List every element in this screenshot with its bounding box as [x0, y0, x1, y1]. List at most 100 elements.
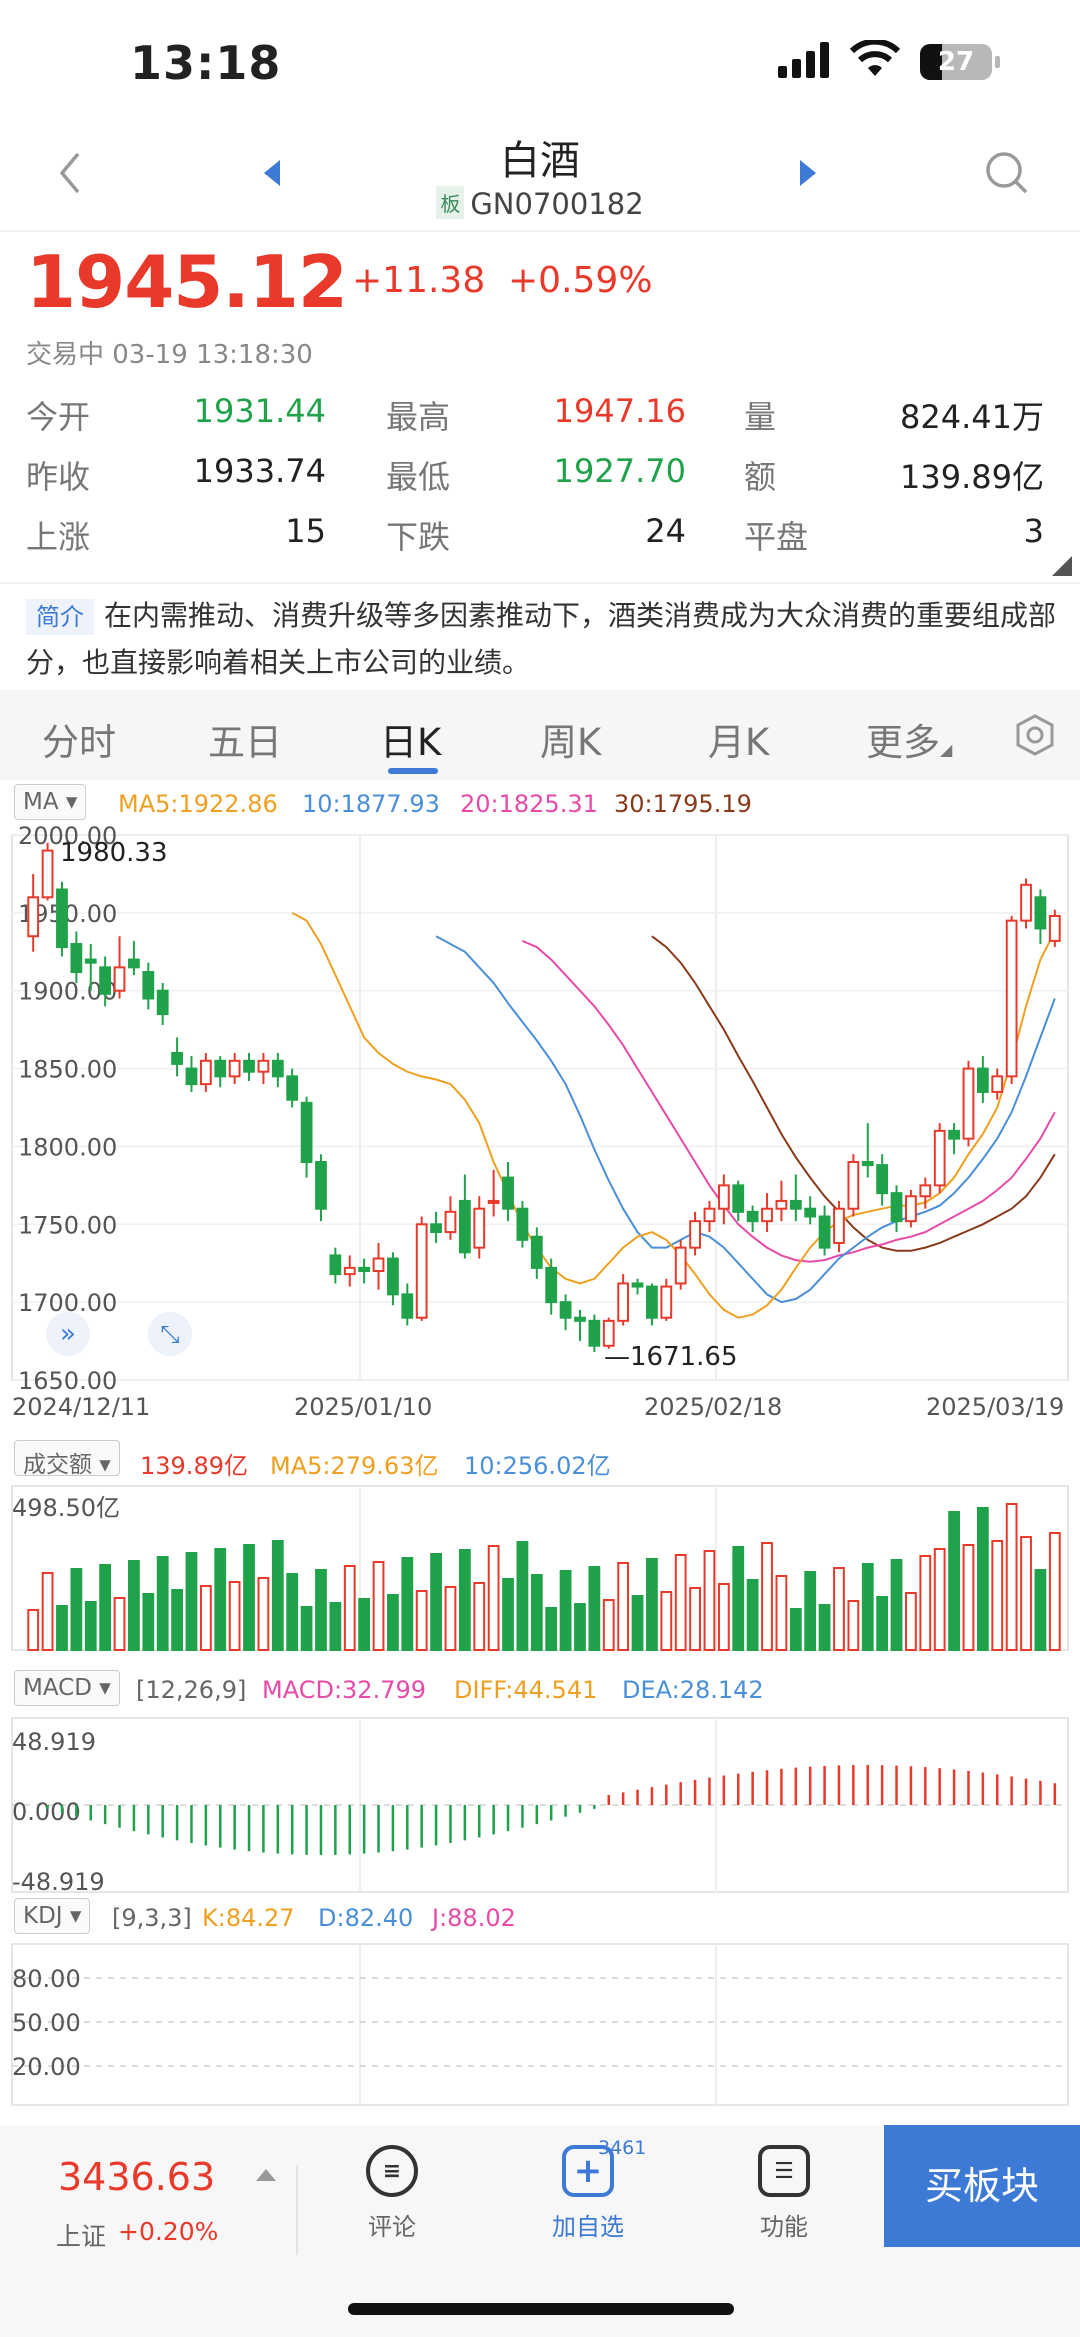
expand-corner-icon[interactable] [1052, 556, 1072, 576]
volume-selector[interactable]: 成交额 ▾ [14, 1440, 120, 1478]
volume-ma10: 10:256.02亿 [464, 1452, 611, 1480]
settings-icon[interactable] [1014, 714, 1056, 756]
candle [257, 1059, 270, 1073]
macd-tick: -48.919 [12, 1868, 105, 1896]
comment-icon: ≡ [366, 2145, 418, 2197]
candle [358, 1266, 371, 1272]
tab-daily-k[interactable]: 日K [380, 712, 441, 766]
functions-label: 功能 [760, 2213, 808, 2241]
fullscreen-icon[interactable]: ⤡ [148, 1312, 192, 1356]
volume-bar [976, 1507, 989, 1651]
comment-button[interactable]: ≡ 评论 [332, 2145, 452, 2242]
candle [41, 849, 54, 899]
candle [660, 1285, 673, 1319]
stat-value: 1947.16 [553, 392, 686, 430]
volume-bar [387, 1594, 399, 1651]
candle [689, 1220, 701, 1249]
intro-tag: 简介 [26, 599, 94, 635]
ma30-value: 30:1795.19 [614, 790, 752, 818]
macd-chart: 48.919 0.000 -48.919 [11, 1717, 1069, 1896]
stat-label: 额 [744, 458, 777, 496]
stat-label: 最高 [386, 398, 451, 436]
volume-bar [458, 1549, 471, 1651]
candle [775, 1199, 788, 1210]
volume-bar [516, 1541, 529, 1651]
candle [674, 1246, 687, 1285]
candle [948, 1129, 960, 1140]
volume-bar [847, 1600, 860, 1651]
volume-bar [156, 1556, 169, 1651]
tab-five-day[interactable]: 五日 [208, 712, 282, 766]
candle [818, 1215, 831, 1249]
candle [171, 1052, 183, 1065]
candle [804, 1207, 817, 1218]
candle [243, 1059, 255, 1073]
candle [142, 971, 155, 1000]
kdj-legend: KDJ ▾ [9,3,3] K:84.27 D:82.40 J:88.02 [0, 1898, 1080, 1938]
volume-bar [502, 1578, 514, 1651]
volume-bar [948, 1511, 960, 1651]
candle [933, 1129, 946, 1187]
index-value[interactable]: 3436.63 [58, 2155, 215, 2199]
battery-level: 27 [937, 47, 975, 77]
collapse-left-icon[interactable]: » [46, 1312, 90, 1356]
next-stock-icon[interactable] [796, 158, 820, 188]
candle [128, 958, 140, 969]
candle [761, 1207, 773, 1223]
tab-intraday[interactable]: 分时 [42, 712, 116, 766]
volume-value: 139.89亿 [140, 1452, 248, 1480]
ma-selector[interactable]: MA ▾ [14, 784, 87, 820]
candle [271, 1059, 284, 1078]
volume-bar [890, 1559, 903, 1651]
kdj-selector[interactable]: KDJ ▾ [14, 1898, 91, 1934]
stat-value: 3 [1023, 512, 1044, 550]
home-indicator [348, 2303, 734, 2315]
stat-value: 15 [285, 512, 326, 550]
candle [1048, 914, 1061, 942]
volume-bar [430, 1553, 442, 1651]
tab-weekly-k[interactable]: 周K [540, 712, 601, 766]
volume-bar [703, 1550, 716, 1651]
candle [387, 1257, 399, 1296]
volume-bar [919, 1555, 932, 1651]
volume-bar [199, 1585, 212, 1651]
stat-value: 1933.74 [193, 452, 326, 490]
candle [631, 1282, 644, 1288]
kdj-tick: 80.00 [12, 1965, 81, 1993]
volume-bar [1005, 1503, 1018, 1651]
add-watch-button[interactable]: + 加自选 3461 [528, 2137, 648, 2242]
candle [113, 966, 126, 992]
dea-value: DEA:28.142 [622, 1676, 764, 1704]
macd-value: MACD:32.799 [262, 1676, 427, 1704]
candle [315, 1161, 327, 1210]
volume-bar [257, 1577, 270, 1651]
stat-label: 平盘 [744, 518, 809, 556]
volume-bar [84, 1601, 97, 1651]
buy-board-button[interactable]: 买板块 [884, 2125, 1080, 2247]
macd-selector[interactable]: MACD ▾ [14, 1670, 120, 1706]
stat-label: 上涨 [26, 518, 91, 556]
volume-bar [861, 1563, 874, 1651]
candle [976, 1067, 989, 1093]
volume-bar [358, 1598, 371, 1651]
candle [444, 1210, 457, 1234]
candle [487, 1199, 500, 1204]
candle [156, 989, 169, 1016]
volume-bar [185, 1552, 198, 1651]
volume-bar [761, 1542, 773, 1651]
trade-status-time: 交易中 03-19 13:18:30 [26, 340, 313, 370]
index-expand-icon[interactable] [256, 2167, 276, 2181]
volume-bar [905, 1592, 917, 1651]
date-tick: 2024/12/11 [12, 1393, 150, 1421]
tab-monthly-k[interactable]: 月K [708, 712, 769, 766]
functions-button[interactable]: ☰ 功能 [724, 2145, 844, 2242]
tab-more[interactable]: 更多◢ [866, 712, 952, 766]
volume-bar [228, 1581, 241, 1651]
period-tabs: 分时 五日 日K 周K 月K 更多◢ [0, 690, 1080, 780]
search-icon[interactable] [984, 150, 1030, 196]
volume-bar [962, 1544, 975, 1651]
intro-text: 在内需推动、消费升级等多因素推动下，酒类消费成为大众消费的重要组成部分，也直接影… [26, 599, 1057, 679]
macd-tick: 48.919 [12, 1728, 96, 1756]
candle [343, 1266, 356, 1276]
volume-bar [343, 1565, 356, 1651]
